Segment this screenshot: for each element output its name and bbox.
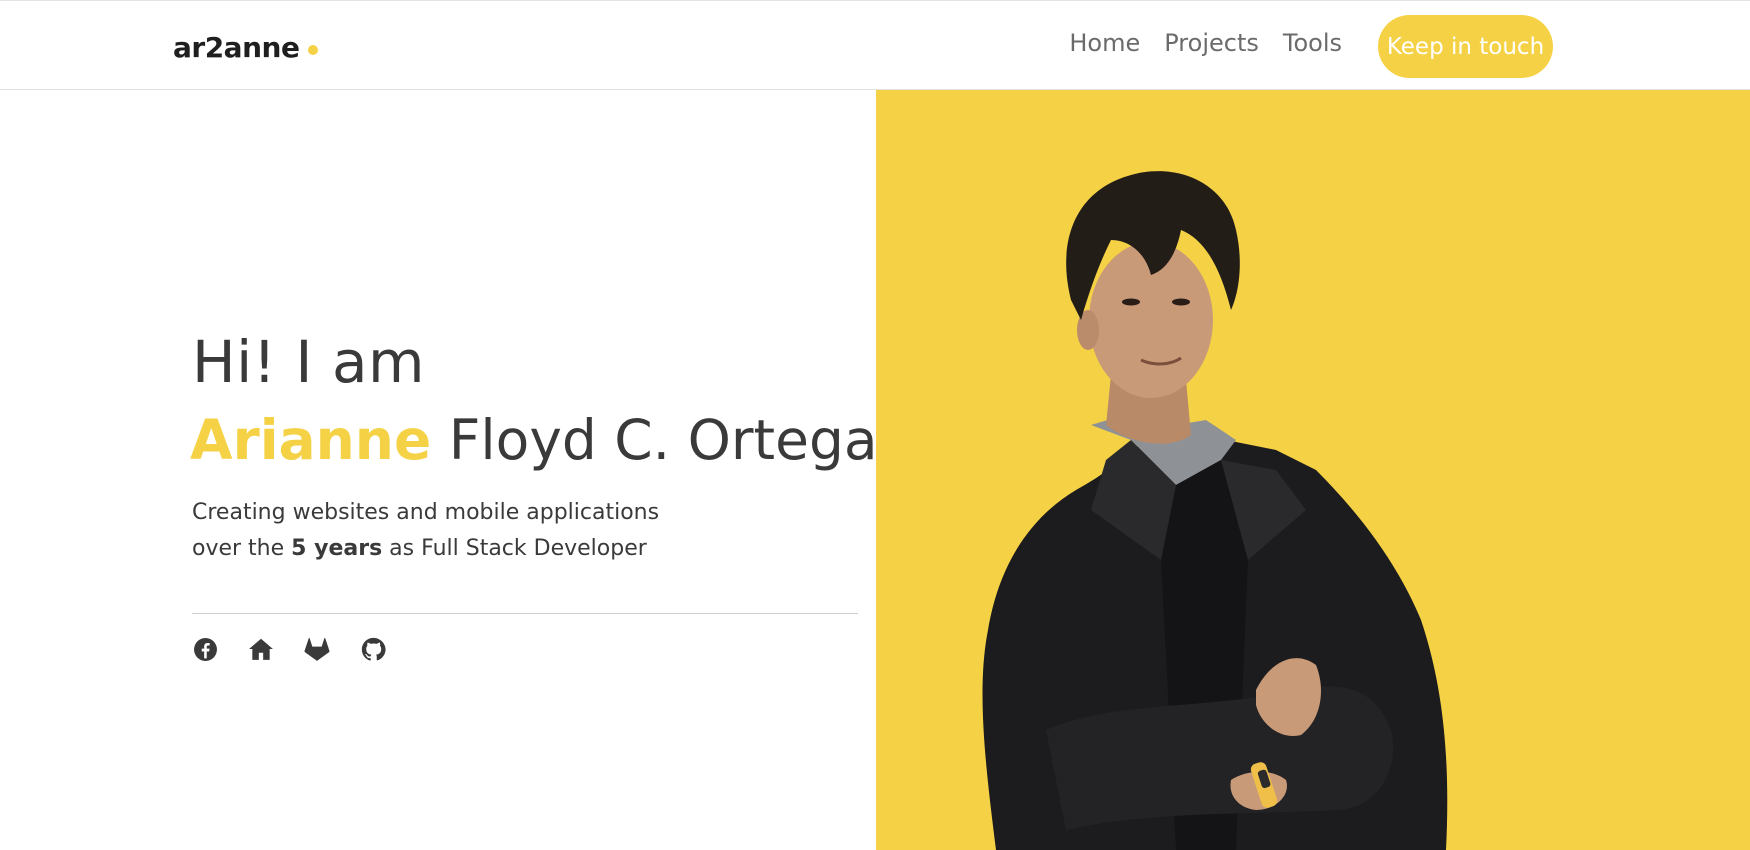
nav-link-projects[interactable]: Projects	[1164, 29, 1259, 57]
hero-first-name: Arianne	[190, 408, 432, 472]
brand-logo[interactable]: ar2anne	[173, 31, 319, 64]
tagline-years: 5 years	[291, 536, 383, 561]
hero-rest-name: Floyd C. Ortega	[431, 408, 878, 472]
gitlab-icon[interactable]	[304, 636, 330, 662]
hero-tagline: Creating websites and mobile application…	[192, 495, 752, 567]
tagline-line-1: Creating websites and mobile application…	[192, 500, 660, 525]
hero-portrait-panel	[876, 90, 1750, 850]
eye-right	[1172, 298, 1190, 306]
nav-link-tools[interactable]: Tools	[1283, 29, 1342, 57]
keep-in-touch-button[interactable]: Keep in touch	[1378, 15, 1553, 78]
brand-dot-icon	[308, 45, 319, 55]
portrait-image	[982, 171, 1448, 850]
github-icon[interactable]	[360, 636, 386, 662]
hero-divider	[192, 613, 858, 614]
home-icon[interactable]	[248, 636, 274, 662]
social-links	[192, 636, 386, 662]
navbar: ar2anne Home Projects Tools Keep in touc…	[0, 0, 1750, 90]
nav-link-home[interactable]: Home	[1069, 29, 1140, 57]
hero-greeting: Hi! I am	[192, 328, 425, 396]
facebook-icon[interactable]	[192, 636, 218, 662]
hero-intro: Hi! I am Arianne Floyd C. Ortega Creatin…	[190, 90, 878, 850]
hero-name: Arianne Floyd C. Ortega	[190, 408, 878, 472]
brand-text: ar2anne	[173, 31, 300, 64]
nav-links: Home Projects Tools	[1069, 29, 1342, 57]
tagline-line-2-suffix: as Full Stack Developer	[382, 536, 647, 561]
tagline-line-2-prefix: over the	[192, 536, 292, 561]
page: ar2anne Home Projects Tools Keep in touc…	[0, 0, 1750, 850]
eye-left	[1122, 298, 1140, 306]
